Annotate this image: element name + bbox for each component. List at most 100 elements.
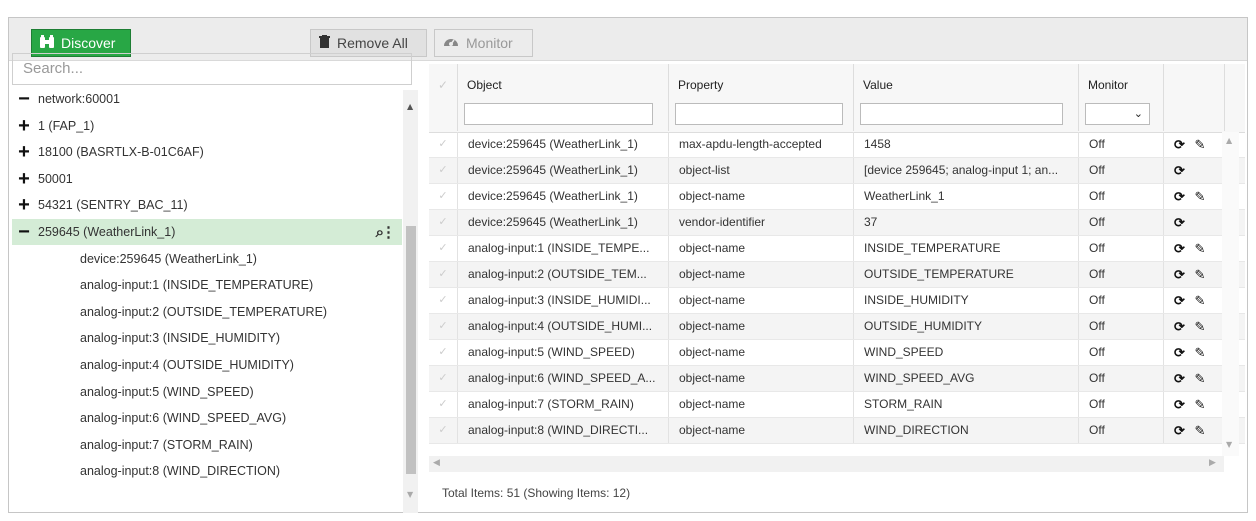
scroll-up-icon[interactable]: ▲	[407, 102, 413, 111]
tree-node[interactable]: +1 (FAP_1)	[12, 113, 402, 139]
expand-icon[interactable]: +	[16, 169, 32, 189]
edit-icon[interactable]: ✎	[1191, 137, 1206, 152]
table-row[interactable]: ✓ analog-input:6 (WIND_SPEED_A... object-n…	[429, 366, 1245, 392]
expand-icon[interactable]: +	[16, 116, 32, 136]
monitor-button[interactable]: Monitor	[434, 29, 533, 57]
refresh-icon[interactable]: ⟳	[1174, 215, 1185, 230]
tree-node[interactable]: analog-input:5 (WIND_SPEED)	[12, 379, 402, 405]
edit-icon[interactable]: ✎	[1191, 423, 1206, 438]
cell-monitor: Off	[1079, 340, 1164, 365]
search-input[interactable]: Search...	[12, 53, 412, 85]
cell-monitor: Off	[1079, 392, 1164, 417]
edit-icon[interactable]: ✎	[1191, 241, 1206, 256]
table-row[interactable]: ✓ analog-input:4 (OUTSIDE_HUMI... object-n…	[429, 314, 1245, 340]
cell-monitor: Off	[1079, 184, 1164, 209]
refresh-icon[interactable]: ⟳	[1174, 397, 1185, 412]
refresh-icon[interactable]: ⟳	[1174, 267, 1185, 282]
collapse-icon[interactable]: −	[16, 89, 32, 109]
cell-value: INSIDE_TEMPERATURE	[854, 236, 1079, 261]
row-checkbox[interactable]: ✓	[429, 288, 458, 313]
tree-node[interactable]: analog-input:8 (WIND_DIRECTION)	[12, 458, 402, 484]
trash-icon	[319, 35, 330, 51]
tree-node[interactable]: analog-input:7 (STORM_RAIN)	[12, 432, 402, 458]
more-options-icon[interactable]: ⋮	[381, 223, 396, 241]
table-row[interactable]: ✓ device:259645 (WeatherLink_1) object-lis…	[429, 158, 1245, 184]
tree-node[interactable]: +18100 (BASRTLX-B-01C6AF)	[12, 139, 402, 165]
row-checkbox[interactable]: ✓	[429, 392, 458, 417]
row-checkbox[interactable]: ✓	[429, 262, 458, 287]
tree-node[interactable]: analog-input:3 (INSIDE_HUMIDITY)	[12, 325, 402, 351]
property-filter-input[interactable]	[675, 103, 843, 125]
collapse-icon[interactable]: −	[16, 222, 32, 242]
table-row[interactable]: ✓ analog-input:2 (OUTSIDE_TEM... object-na…	[429, 262, 1245, 288]
edit-icon[interactable]: ✎	[1191, 267, 1206, 282]
table-row[interactable]: ✓ analog-input:1 (INSIDE_TEMPE... object-n…	[429, 236, 1245, 262]
tree-node-label: analog-input:3 (INSIDE_HUMIDITY)	[80, 331, 281, 346]
refresh-icon[interactable]: ⟳	[1174, 371, 1185, 386]
refresh-icon[interactable]: ⟳	[1174, 241, 1185, 256]
row-checkbox[interactable]: ✓	[429, 158, 458, 183]
row-checkbox[interactable]: ✓	[429, 236, 458, 261]
table-row[interactable]: ✓ analog-input:5 (WIND_SPEED) object-name W…	[429, 340, 1245, 366]
grid-scroll-down-icon[interactable]: ▼	[1226, 440, 1232, 449]
cell-monitor: Off	[1079, 262, 1164, 287]
tree-node[interactable]: +54321 (SENTRY_BAC_11)	[12, 192, 402, 218]
col-object[interactable]: Object	[458, 64, 669, 131]
refresh-icon[interactable]: ⟳	[1174, 293, 1185, 308]
col-value[interactable]: Value	[854, 64, 1079, 131]
refresh-icon[interactable]: ⟳	[1174, 319, 1185, 334]
tree-node[interactable]: +50001	[12, 166, 402, 192]
grid-scroll-up-icon[interactable]: ▲	[1226, 136, 1232, 145]
refresh-icon[interactable]: ⟳	[1174, 137, 1185, 152]
scroll-left-icon[interactable]: ◀	[433, 458, 440, 468]
monitor-filter-select[interactable]: ⌄	[1085, 103, 1150, 125]
refresh-icon[interactable]: ⟳	[1174, 189, 1185, 204]
tree-node[interactable]: analog-input:6 (WIND_SPEED_AVG)	[12, 405, 402, 431]
object-filter-input[interactable]	[464, 103, 653, 125]
expand-icon[interactable]: +	[16, 195, 32, 215]
grid-horizontal-scrollbar[interactable]: ◀ ▶	[429, 456, 1224, 472]
table-row[interactable]: ✓ analog-input:3 (INSIDE_HUMIDI... object-…	[429, 288, 1245, 314]
tree-node[interactable]: analog-input:2 (OUTSIDE_TEMPERATURE)	[12, 299, 402, 325]
col-monitor[interactable]: Monitor ⌄	[1079, 64, 1164, 131]
tree-scrollbar[interactable]: ▲ ▼	[403, 90, 418, 513]
edit-icon[interactable]: ✎	[1191, 397, 1206, 412]
refresh-icon[interactable]: ⟳	[1174, 163, 1185, 178]
tree-node-label: analog-input:6 (WIND_SPEED_AVG)	[80, 411, 287, 426]
col-property[interactable]: Property	[669, 64, 854, 131]
device-tree: − network:60001 +1 (FAP_1) +18100 (BASRTLX-…	[12, 86, 402, 513]
edit-icon[interactable]: ✎	[1191, 319, 1206, 334]
row-checkbox[interactable]: ✓	[429, 418, 458, 443]
row-checkbox[interactable]: ✓	[429, 314, 458, 339]
scroll-down-icon[interactable]: ▼	[407, 490, 413, 499]
tree-node[interactable]: device:259645 (WeatherLink_1)	[12, 246, 402, 272]
edit-icon[interactable]: ✎	[1191, 345, 1206, 360]
expand-icon[interactable]: +	[16, 142, 32, 162]
table-row[interactable]: ✓ device:259645 (WeatherLink_1) vendor-ide…	[429, 210, 1245, 236]
table-row[interactable]: ✓ device:259645 (WeatherLink_1) object-nam…	[429, 184, 1245, 210]
edit-icon[interactable]: ✎	[1191, 189, 1206, 204]
row-checkbox[interactable]: ✓	[429, 366, 458, 391]
row-checkbox[interactable]: ✓	[429, 132, 458, 157]
row-checkbox[interactable]: ✓	[429, 184, 458, 209]
cell-value: OUTSIDE_TEMPERATURE	[854, 262, 1079, 287]
tree-node[interactable]: −259645 (WeatherLink_1) ⌕ ⋮	[12, 219, 402, 245]
edit-icon[interactable]: ✎	[1191, 371, 1206, 386]
value-filter-input[interactable]	[860, 103, 1063, 125]
tree-node[interactable]: analog-input:4 (OUTSIDE_HUMIDITY)	[12, 352, 402, 378]
select-all-checkbox[interactable]: ✓	[429, 64, 458, 131]
edit-icon[interactable]: ✎	[1191, 293, 1206, 308]
tree-node[interactable]: analog-input:1 (INSIDE_TEMPERATURE)	[12, 272, 402, 298]
refresh-icon[interactable]: ⟳	[1174, 345, 1185, 360]
tree-node[interactable]: − network:60001	[12, 86, 402, 112]
refresh-icon[interactable]: ⟳	[1174, 423, 1185, 438]
row-checkbox[interactable]: ✓	[429, 340, 458, 365]
scroll-thumb[interactable]	[406, 226, 416, 474]
table-row[interactable]: ✓ analog-input:8 (WIND_DIRECTI... object-n…	[429, 418, 1245, 444]
table-row[interactable]: ✓ device:259645 (WeatherLink_1) max-apdu-l…	[429, 132, 1245, 158]
scroll-right-icon[interactable]: ▶	[1209, 458, 1216, 468]
row-checkbox[interactable]: ✓	[429, 210, 458, 235]
grid-vertical-scrollbar[interactable]: ▲ ▼	[1222, 132, 1239, 456]
table-row[interactable]: ✓ analog-input:7 (STORM_RAIN) object-name S…	[429, 392, 1245, 418]
tree-node-label: 1 (FAP_1)	[38, 118, 95, 133]
